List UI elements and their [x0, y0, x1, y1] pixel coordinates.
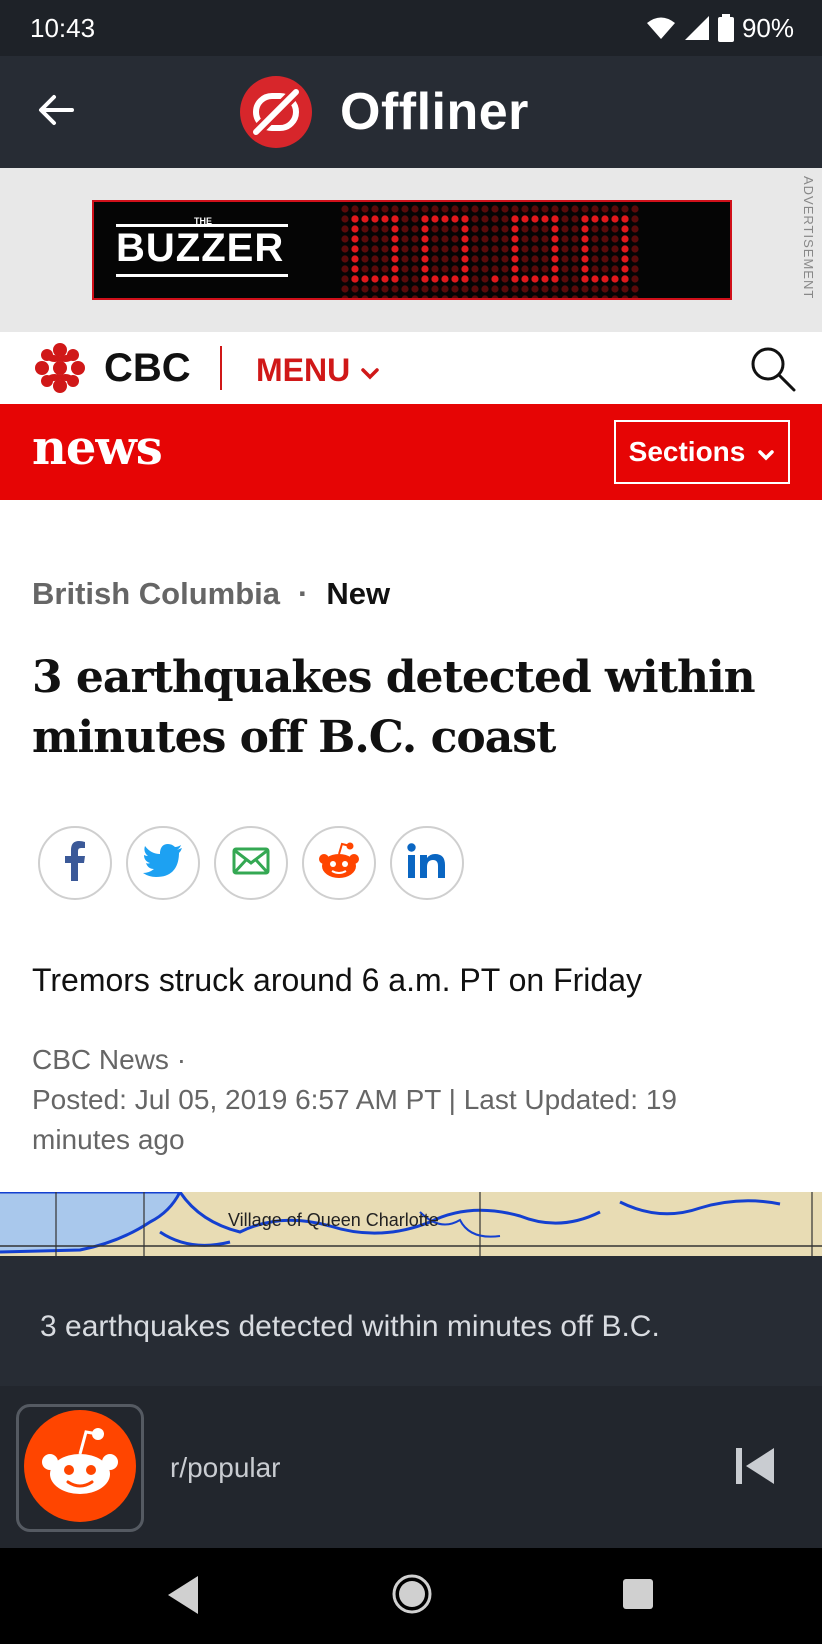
ad-led-display — [340, 204, 640, 298]
byline-source: CBC News · — [32, 1044, 187, 1075]
kicker-status: New — [326, 576, 391, 611]
battery-percent: 90% — [741, 12, 794, 43]
wifi-icon — [646, 16, 676, 40]
kicker-region[interactable]: British Columbia — [32, 576, 280, 612]
system-nav-bar — [0, 1548, 822, 1644]
article-deck: Tremors struck around 6 a.m. PT on Frida… — [32, 962, 642, 998]
offliner-logo-icon — [240, 76, 312, 148]
ad-label: ADVERTISEMENT — [801, 176, 816, 300]
ad-banner[interactable]: THE BUZZER — [92, 200, 732, 300]
arrow-left-icon — [38, 94, 74, 131]
cbc-brand[interactable]: CBC — [104, 346, 191, 391]
article-byline: CBC News · Posted: Jul 05, 2019 6:57 AM … — [32, 1040, 772, 1160]
share-linkedin-button[interactable] — [390, 826, 464, 900]
dock-avatar[interactable] — [16, 1404, 144, 1532]
email-icon — [232, 847, 270, 880]
app-bar: Offliner — [0, 56, 822, 168]
share-reddit-button[interactable] — [302, 826, 376, 900]
ad-brand-prefix: THE — [194, 216, 212, 226]
bottom-dock: r/popular — [0, 1386, 822, 1548]
article-image[interactable]: Village of Queen Charlotte — [0, 1192, 822, 1256]
app-title: Offliner — [340, 83, 529, 141]
search-icon[interactable] — [748, 344, 798, 394]
reddit-icon — [318, 842, 360, 885]
nav-back-icon[interactable] — [164, 1572, 204, 1623]
status-bar: 10:43 90% — [0, 0, 822, 56]
news-logo[interactable]: news — [32, 420, 163, 476]
menu-button[interactable]: MENU — [256, 352, 380, 389]
nav-recents-icon[interactable] — [622, 1578, 654, 1615]
screen: 10:43 90% Offliner THE BUZZER ADVERTISEM… — [0, 0, 822, 1644]
share-buttons — [38, 826, 464, 900]
article-kicker: British Columbia · New — [32, 576, 390, 612]
kicker-separator: · — [298, 576, 309, 611]
ad-decor-line — [116, 274, 288, 277]
linkedin-icon — [407, 842, 447, 884]
share-twitter-button[interactable] — [126, 826, 200, 900]
byline-posted: Posted: Jul 05, 2019 6:57 AM PT | Last U… — [32, 1084, 677, 1155]
reddit-icon — [24, 1409, 136, 1527]
ad-container: THE BUZZER ADVERTISEMENT — [0, 168, 822, 332]
map-label: Village of Queen Charlotte — [228, 1210, 439, 1230]
news-bar: news Sections — [0, 404, 822, 500]
battery-icon — [717, 14, 734, 42]
share-facebook-button[interactable] — [38, 826, 112, 900]
status-time: 10:43 — [30, 12, 96, 43]
caption-bar: 3 earthquakes detected within minutes of… — [0, 1256, 822, 1386]
chevron-down-icon — [360, 352, 380, 389]
chevron-down-icon — [757, 436, 775, 468]
cbc-header: CBC MENU — [0, 332, 822, 404]
status-icons: 90% — [646, 13, 794, 44]
ad-brand: BUZZER — [116, 226, 285, 270]
back-button[interactable] — [28, 86, 84, 138]
caption-text: 3 earthquakes detected within minutes of… — [40, 1310, 660, 1343]
article-headline: 3 earthquakes detected within minutes of… — [32, 652, 756, 763]
share-email-button[interactable] — [214, 826, 288, 900]
sections-button[interactable]: Sections — [614, 420, 790, 484]
nav-home-icon[interactable] — [390, 1572, 434, 1621]
cbc-gem-icon[interactable] — [34, 342, 86, 394]
skip-previous-icon[interactable] — [732, 1442, 780, 1490]
article: British Columbia · New 3 earthquakes det… — [0, 500, 822, 1192]
cell-signal-icon — [684, 15, 710, 41]
sections-label: Sections — [628, 436, 746, 467]
header-divider — [220, 346, 222, 390]
facebook-icon — [64, 840, 86, 886]
dock-label[interactable]: r/popular — [170, 1452, 281, 1484]
menu-label: MENU — [256, 352, 351, 388]
twitter-icon — [143, 843, 183, 883]
